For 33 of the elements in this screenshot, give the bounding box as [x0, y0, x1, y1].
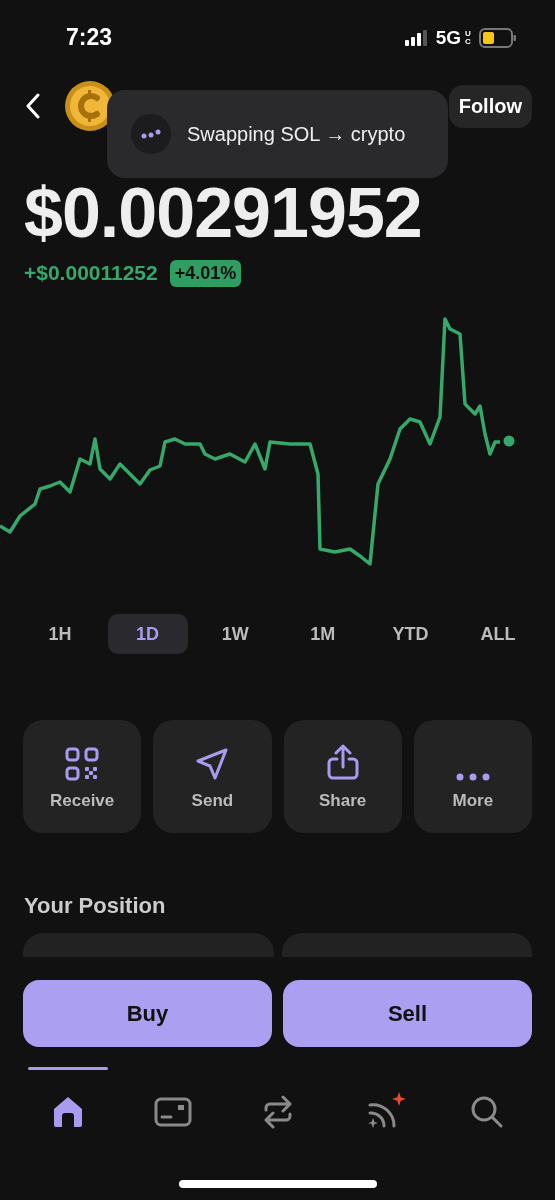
search-icon[interactable]: [471, 1096, 503, 1128]
loading-dots-icon: [131, 114, 171, 154]
more-icon: [455, 773, 490, 781]
status-time: 7:23: [66, 24, 113, 51]
price-change: +$0.00011252: [24, 261, 158, 285]
signal-icon: [404, 29, 429, 46]
battery-icon: [479, 27, 517, 48]
follow-button[interactable]: Follow: [448, 84, 532, 128]
send-icon: [195, 747, 230, 781]
action-button[interactable]: Send: [153, 720, 272, 833]
timeframe-tab[interactable]: 1M: [282, 614, 363, 654]
timeframe-tab[interactable]: 1D: [107, 614, 188, 654]
timeframe-tab[interactable]: ALL: [457, 614, 538, 654]
home-icon[interactable]: [53, 1096, 83, 1128]
percent-change: +4.01%: [169, 259, 242, 287]
price-value: $0.00291952: [23, 173, 423, 253]
card-icon[interactable]: [153, 1097, 192, 1127]
qr-code-icon: [65, 747, 100, 781]
action-button[interactable]: Share: [283, 720, 402, 833]
action-button[interactable]: Receive: [23, 720, 142, 833]
timeframe-tab[interactable]: 1H: [20, 614, 100, 654]
swap-icon[interactable]: [263, 1094, 292, 1130]
toast-message: Swapping SOL → crypto: [187, 122, 406, 146]
timeframe-tab[interactable]: YTD: [370, 614, 451, 654]
section-title: Your Position: [23, 893, 167, 919]
network-label: 5G: [435, 26, 461, 49]
buy-button[interactable]: Buy: [23, 980, 272, 1047]
sell-button[interactable]: Sell: [283, 980, 532, 1047]
back-icon[interactable]: [25, 93, 41, 119]
action-button[interactable]: More: [413, 720, 532, 833]
timeframe-tab[interactable]: 1W: [195, 614, 276, 654]
network-sub-label: UC: [465, 29, 472, 46]
share-icon: [325, 743, 360, 781]
